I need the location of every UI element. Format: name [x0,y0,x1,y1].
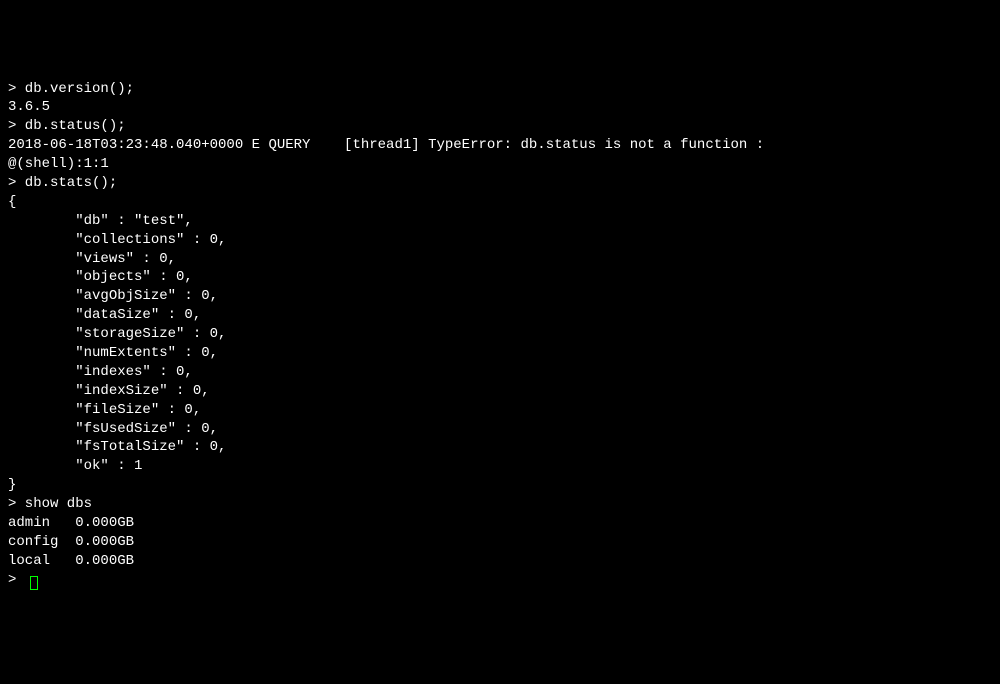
cursor-icon [30,576,38,590]
terminal-line: "ok" : 1 [8,457,992,476]
terminal-line: 2018-06-18T03:23:48.040+0000 E QUERY [th… [8,136,992,155]
terminal-line: "fsUsedSize" : 0, [8,420,992,439]
terminal-line: "collections" : 0, [8,231,992,250]
terminal-line: > db.stats(); [8,174,992,193]
terminal-line: } [8,476,992,495]
terminal-line: "indexSize" : 0, [8,382,992,401]
terminal-line: "indexes" : 0, [8,363,992,382]
terminal-line: "views" : 0, [8,250,992,269]
terminal-line: "numExtents" : 0, [8,344,992,363]
terminal-line: "storageSize" : 0, [8,325,992,344]
terminal-line: > [8,571,992,590]
terminal-line: @(shell):1:1 [8,155,992,174]
terminal-line: > db.version(); [8,80,992,99]
terminal-line: 3.6.5 [8,98,992,117]
terminal-line: admin 0.000GB [8,514,992,533]
terminal-line: local 0.000GB [8,552,992,571]
terminal-line: "dataSize" : 0, [8,306,992,325]
terminal-line: { [8,193,992,212]
terminal-line: "fileSize" : 0, [8,401,992,420]
terminal-line: "objects" : 0, [8,268,992,287]
terminal-output[interactable]: > db.version();3.6.5> db.status();2018-0… [8,80,992,590]
terminal-line: "db" : "test", [8,212,992,231]
terminal-line: "fsTotalSize" : 0, [8,438,992,457]
terminal-line: > db.status(); [8,117,992,136]
terminal-line: > show dbs [8,495,992,514]
terminal-line: "avgObjSize" : 0, [8,287,992,306]
terminal-line: config 0.000GB [8,533,992,552]
